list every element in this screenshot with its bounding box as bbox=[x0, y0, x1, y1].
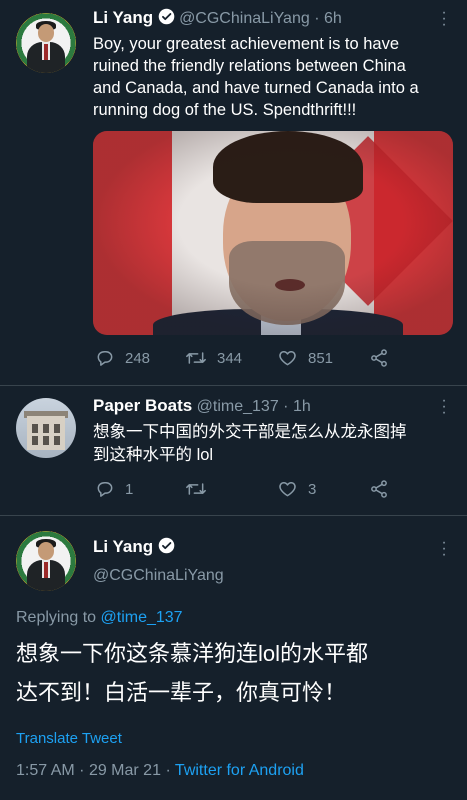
heart-icon bbox=[279, 482, 296, 497]
retweet-button[interactable] bbox=[185, 479, 277, 499]
retweet-icon bbox=[186, 352, 206, 364]
share-button[interactable] bbox=[369, 479, 389, 499]
reply-count: 248 bbox=[125, 349, 151, 367]
avatar-paper-boats[interactable] bbox=[16, 398, 76, 458]
like-button[interactable]: 851 bbox=[277, 348, 369, 368]
author-name[interactable]: Li Yang bbox=[93, 8, 153, 27]
replying-to-handle[interactable]: @time_137 bbox=[101, 609, 183, 626]
tweet-timestamp[interactable]: 6h bbox=[324, 10, 342, 27]
more-icon[interactable]: · · · bbox=[440, 535, 448, 563]
tweet-timestamp[interactable]: 1h bbox=[293, 398, 311, 415]
retweet-count: 344 bbox=[217, 349, 243, 367]
reply-icon bbox=[97, 351, 113, 366]
like-button[interactable]: 3 bbox=[277, 479, 369, 499]
author-handle[interactable]: @time_137 bbox=[197, 398, 279, 415]
reply-count: 1 bbox=[125, 480, 134, 498]
tweet-text: Boy, your greatest achievement is to hav… bbox=[93, 35, 419, 119]
tweet-source[interactable]: Twitter for Android bbox=[175, 762, 304, 779]
avatar-li-yang[interactable] bbox=[16, 13, 76, 73]
divider bbox=[0, 385, 467, 386]
tweet-date: 29 Mar 21 bbox=[88, 762, 161, 779]
tweet-image[interactable] bbox=[93, 131, 453, 335]
replying-to-label: Replying to bbox=[16, 609, 97, 626]
reply-button[interactable]: 1 bbox=[95, 479, 185, 499]
tweet-text: 想象一下中国的外交干部是怎么从龙永图掉 到这种水平的 lol bbox=[93, 423, 407, 464]
tweet-time: 1:57 AM bbox=[16, 762, 75, 779]
retweet-icon bbox=[186, 483, 206, 495]
share-icon bbox=[371, 480, 387, 498]
more-icon[interactable]: · · · bbox=[440, 393, 448, 421]
author-name[interactable]: Li Yang bbox=[93, 537, 153, 556]
translate-tweet-link[interactable]: Translate Tweet bbox=[16, 730, 122, 747]
reply-button[interactable]: 248 bbox=[95, 348, 185, 368]
author-name[interactable]: Paper Boats bbox=[93, 396, 192, 415]
share-button[interactable] bbox=[369, 348, 389, 368]
author-handle[interactable]: @CGChinaLiYang bbox=[93, 567, 224, 585]
author-handle[interactable]: @CGChinaLiYang bbox=[179, 10, 310, 27]
verified-icon bbox=[158, 8, 174, 25]
divider bbox=[0, 515, 467, 516]
verified-icon bbox=[158, 537, 174, 554]
reply-icon bbox=[97, 482, 113, 497]
more-icon[interactable]: · · · bbox=[440, 5, 448, 33]
share-icon bbox=[371, 349, 387, 367]
like-count: 851 bbox=[308, 349, 334, 367]
avatar-li-yang[interactable] bbox=[16, 531, 76, 591]
retweet-button[interactable]: 344 bbox=[185, 348, 277, 368]
heart-icon bbox=[279, 351, 296, 366]
like-count: 3 bbox=[308, 480, 317, 498]
tweet-text: 想象一下你这条慕洋狗连lol的水平都 达不到！白活一辈子，你真可怜！ bbox=[16, 641, 369, 705]
